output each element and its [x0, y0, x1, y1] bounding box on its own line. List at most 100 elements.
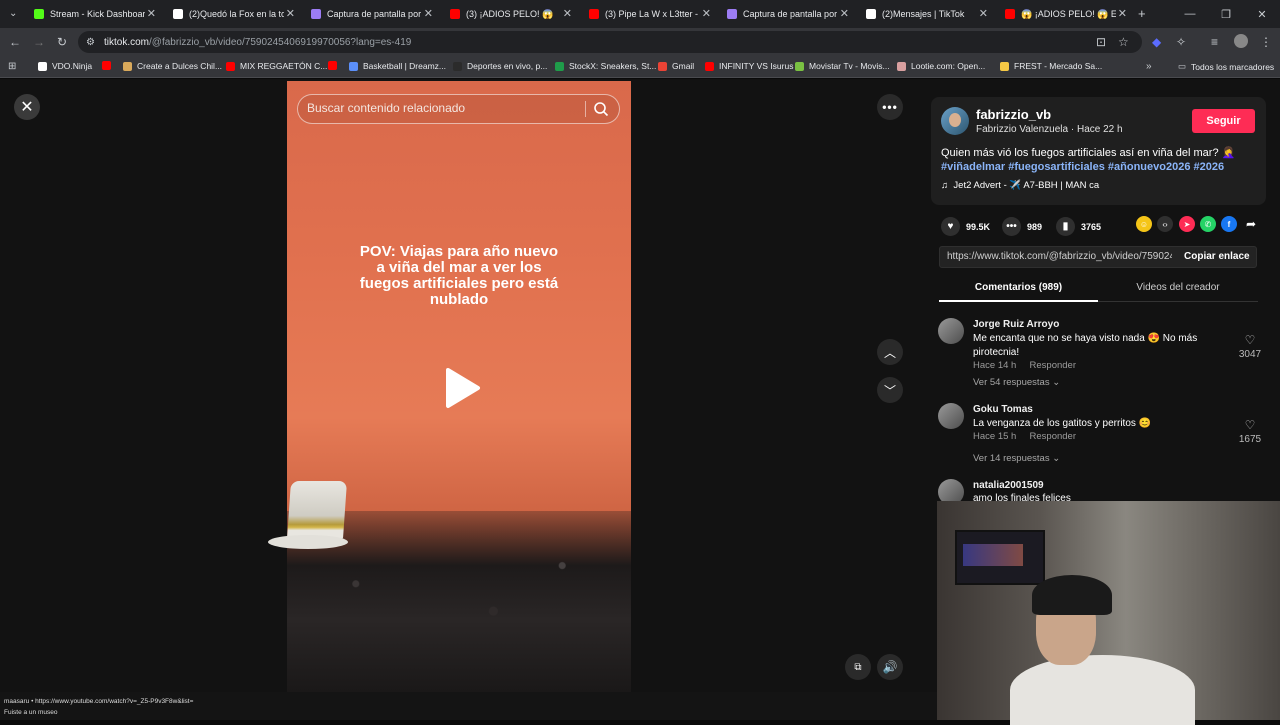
- tab-close-icon[interactable]: ✕: [1118, 7, 1127, 20]
- browser-tab[interactable]: 😱 ¡ADIOS PELO! 😱 El p ✕: [997, 0, 1133, 28]
- bookmark-item[interactable]: FREST - Mercado Sa...: [1000, 61, 1102, 71]
- creator-avatar[interactable]: [941, 107, 969, 135]
- tab-close-icon[interactable]: ✕: [840, 7, 849, 20]
- share-arrow-icon[interactable]: ➦: [1243, 216, 1259, 232]
- extension-icon[interactable]: ◆: [1152, 36, 1161, 48]
- reply-button[interactable]: Responder: [1030, 360, 1076, 371]
- play-icon[interactable]: [442, 366, 482, 410]
- bookmark-favicon-icon: [555, 61, 564, 71]
- webcam-background-tv: [955, 530, 1045, 585]
- browser-tab[interactable]: Captura de pantalla por L ✕: [719, 0, 855, 28]
- tab-creator-videos[interactable]: Videos del creador: [1098, 282, 1258, 293]
- more-bookmarks-icon[interactable]: »: [1146, 61, 1152, 73]
- browser-tab[interactable]: (3) ¡ADIOS PELO! 😱 ✕: [442, 0, 578, 28]
- minimize-icon[interactable]: —: [1172, 0, 1208, 28]
- party-hat-brim: [268, 535, 348, 549]
- browser-tab[interactable]: (2)Quedó la Fox en la torr ✕: [165, 0, 301, 28]
- restore-icon[interactable]: ❐: [1208, 0, 1244, 28]
- comment-like-count: 3047: [1238, 349, 1262, 360]
- facebook-icon[interactable]: f: [1221, 216, 1237, 232]
- close-video-button[interactable]: ✕: [14, 94, 40, 120]
- forward-icon[interactable]: →: [33, 36, 45, 48]
- next-video-icon[interactable]: ﹀: [877, 377, 903, 403]
- comment-avatar[interactable]: [938, 403, 964, 429]
- more-options-icon[interactable]: •••: [877, 94, 903, 120]
- bookmark-item[interactable]: Gmail: [658, 61, 694, 71]
- comment-like-icon[interactable]: ♡: [1235, 333, 1265, 347]
- tab-close-icon[interactable]: ✕: [286, 7, 295, 20]
- creator-username[interactable]: fabrizzio_vb: [976, 107, 1051, 122]
- bookmark-item[interactable]: Movistar Tv - Movis...: [795, 61, 890, 71]
- browser-tab[interactable]: Stream - Kick Dashboard ✕: [26, 0, 162, 28]
- browser-menu-icon[interactable]: ⋮: [1260, 36, 1272, 48]
- tab-favicon-icon: [450, 9, 460, 19]
- save-button[interactable]: ▮ 3765: [1056, 217, 1101, 236]
- bookmark-item[interactable]: INFINITY VS Isurus: [705, 61, 793, 71]
- tab-close-icon[interactable]: ✕: [147, 7, 156, 20]
- tab-close-icon[interactable]: ✕: [979, 7, 988, 20]
- tab-close-icon[interactable]: ✕: [424, 7, 433, 20]
- hashtags[interactable]: #viñadelmar #fuegosartificiales #añonuev…: [941, 161, 1224, 173]
- related-search-input[interactable]: Buscar contenido relacionado: [307, 101, 465, 115]
- emoji-share-icon[interactable]: ☺: [1136, 216, 1152, 232]
- send-to-friends-icon[interactable]: ➤: [1179, 216, 1195, 232]
- comment-button[interactable]: ••• 989: [1002, 217, 1042, 236]
- bookmark-item[interactable]: StockX: Sneakers, St...: [555, 61, 656, 71]
- bookmark-label: StockX: Sneakers, St...: [569, 61, 657, 71]
- share-link-text[interactable]: https://www.tiktok.com/@fabrizzio_vb/vid…: [947, 251, 1172, 262]
- bookmark-favicon-icon: [795, 61, 804, 71]
- follow-button[interactable]: Seguir: [1192, 109, 1255, 133]
- floating-player-icon[interactable]: ⧉: [845, 654, 871, 680]
- bookmark-item[interactable]: Lootie.com: Open...: [897, 61, 985, 71]
- comment-like-icon[interactable]: ♡: [1235, 418, 1265, 432]
- new-tab-icon[interactable]: +: [1138, 7, 1146, 20]
- bookmark-item[interactable]: Create a Dulces Chil...: [123, 61, 222, 71]
- tab-search-icon[interactable]: ⌄: [9, 8, 17, 20]
- search-icon[interactable]: [593, 101, 609, 117]
- bookmark-item[interactable]: MIX REGGAETÓN C...: [226, 61, 327, 71]
- bookmark-favicon-icon: [453, 61, 462, 71]
- close-window-icon[interactable]: ✕: [1244, 0, 1280, 28]
- overlay-subtitle: Fuiste a un museo: [4, 709, 58, 716]
- tab-close-icon[interactable]: ✕: [702, 7, 711, 20]
- browser-tab[interactable]: Captura de pantalla por L ✕: [303, 0, 439, 28]
- apps-grid-icon[interactable]: ⊞: [8, 61, 16, 73]
- bookmark-item[interactable]: Deportes en vivo, p...: [453, 61, 547, 71]
- browser-tab[interactable]: (2)Mensajes | TikTok ✕: [858, 0, 994, 28]
- bookmark-item[interactable]: Basketball | Dreamz...: [349, 61, 446, 71]
- bookmark-label: MIX REGGAETÓN C...: [240, 61, 328, 71]
- reload-icon[interactable]: ↻: [57, 36, 67, 48]
- like-button[interactable]: ♥ 99.5K: [941, 217, 990, 236]
- whatsapp-icon[interactable]: ✆: [1200, 216, 1216, 232]
- tab-comments[interactable]: Comentarios (989): [939, 282, 1098, 293]
- bookmark-item[interactable]: [328, 61, 342, 70]
- bookmark-item[interactable]: [102, 61, 116, 70]
- install-app-icon[interactable]: ⊡: [1096, 36, 1106, 48]
- browser-tab[interactable]: (3) Pipe La W x L3tter - M ✕: [581, 0, 717, 28]
- music-info[interactable]: ♫ Jet2 Advert - ✈️ A7-BBH | MAN ca: [941, 180, 1099, 191]
- embed-icon[interactable]: ‹›: [1157, 216, 1173, 232]
- extensions-puzzle-icon[interactable]: ✧: [1176, 36, 1186, 48]
- media-controls-icon[interactable]: ≡: [1211, 36, 1218, 48]
- volume-icon[interactable]: 🔊: [877, 654, 903, 680]
- comment-author[interactable]: Jorge Ruiz Arroyo: [973, 319, 1059, 330]
- comment-author[interactable]: Goku Tomas: [973, 404, 1033, 415]
- comment-author[interactable]: natalia2001509: [973, 480, 1044, 491]
- previous-video-icon[interactable]: ︿: [877, 339, 903, 365]
- site-info-icon[interactable]: ⚙: [86, 37, 95, 49]
- all-bookmarks-folder[interactable]: ▭ Todos los marcadores: [1178, 61, 1274, 72]
- back-icon[interactable]: ←: [9, 36, 21, 48]
- bookmark-item[interactable]: VDO.Ninja: [38, 61, 92, 71]
- comment-avatar[interactable]: [938, 318, 964, 344]
- url-text[interactable]: tiktok.com/@fabrizzio_vb/video/759024540…: [104, 37, 411, 48]
- music-note-icon: ♫: [941, 180, 949, 191]
- view-replies-button[interactable]: Ver 54 respuestas ⌄: [973, 377, 1060, 388]
- tab-close-icon[interactable]: ✕: [563, 7, 572, 20]
- webcam-person-shirt: [1010, 655, 1195, 725]
- reply-button[interactable]: Responder: [1030, 431, 1076, 442]
- view-replies-button[interactable]: Ver 14 respuestas ⌄: [973, 453, 1060, 464]
- profile-avatar[interactable]: [1234, 34, 1248, 48]
- tab-title: (2)Mensajes | TikTok: [882, 9, 965, 19]
- copy-link-button[interactable]: Copiar enlace: [1184, 251, 1250, 262]
- bookmark-star-icon[interactable]: ☆: [1118, 36, 1129, 48]
